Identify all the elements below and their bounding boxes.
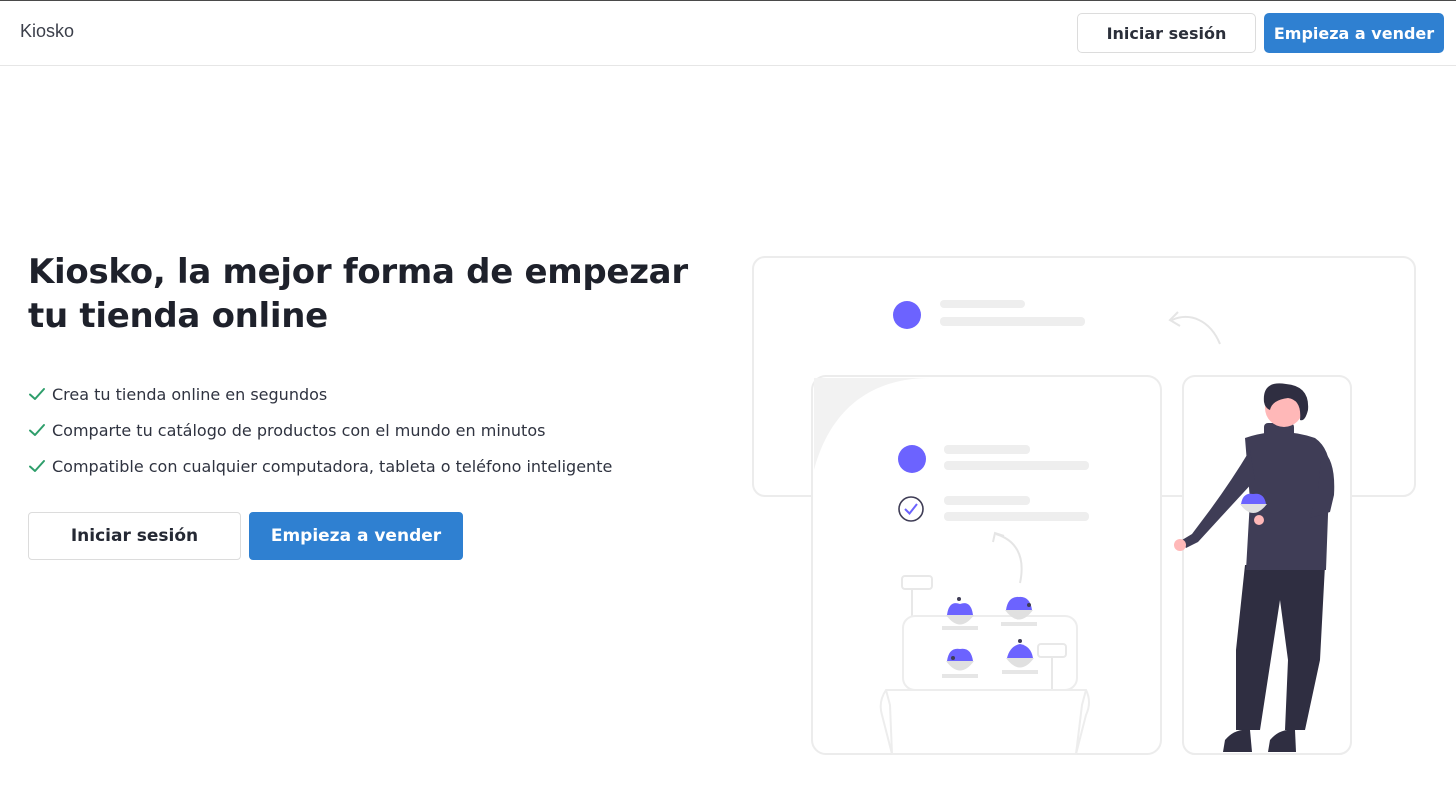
feature-text: Compatible con cualquier computadora, ta… — [52, 456, 613, 476]
feature-list: Crea tu tienda online en segundos Compar… — [28, 376, 612, 484]
hero-start-selling-button[interactable]: Empieza a vender — [249, 512, 463, 560]
feature-item: Compatible con cualquier computadora, ta… — [28, 448, 612, 484]
check-icon — [29, 424, 45, 436]
hero-title-line-2: tu tienda online — [28, 296, 328, 336]
check-icon — [29, 388, 45, 400]
top-navbar: Kiosko Iniciar sesión Empieza a vender — [0, 1, 1456, 66]
hero-login-button[interactable]: Iniciar sesión — [28, 512, 241, 560]
hero-title: Kiosko, la mejor forma de empezar tu tie… — [28, 250, 728, 338]
brand-logo-text[interactable]: Kiosko — [20, 21, 74, 42]
feature-item: Crea tu tienda online en segundos — [28, 376, 612, 412]
feature-text: Comparte tu catálogo de productos con el… — [52, 420, 546, 440]
header-login-button[interactable]: Iniciar sesión — [1077, 13, 1256, 53]
feature-text: Crea tu tienda online en segundos — [52, 384, 328, 404]
hero-title-line-1: Kiosko, la mejor forma de empezar — [28, 252, 688, 292]
header-start-selling-button[interactable]: Empieza a vender — [1264, 13, 1444, 53]
feature-item: Comparte tu catálogo de productos con el… — [28, 412, 612, 448]
online-store-illustration — [752, 256, 1416, 755]
check-icon — [29, 460, 45, 472]
